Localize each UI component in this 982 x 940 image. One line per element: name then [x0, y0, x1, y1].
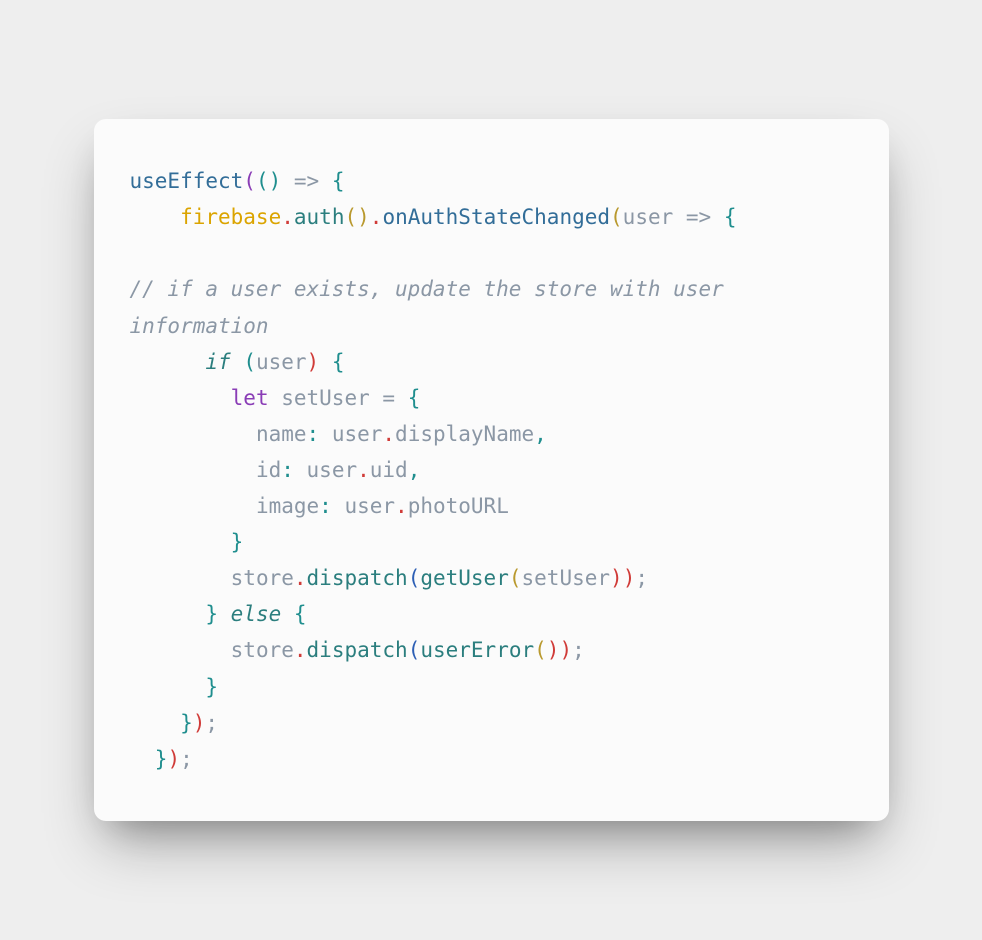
tok-sp — [231, 350, 244, 374]
tok-brace: { — [332, 169, 345, 193]
tok-user: user — [623, 205, 674, 229]
code-card: useEffect(() => { firebase.auth().onAuth… — [94, 119, 889, 821]
tok-indent — [130, 530, 231, 554]
tok-indent — [130, 675, 206, 699]
tok-uid: uid — [370, 458, 408, 482]
tok-indent — [130, 386, 231, 410]
tok-brace: } — [205, 675, 218, 699]
tok-colon: : — [307, 422, 320, 446]
tok-let: let — [231, 386, 269, 410]
tok-getUser: getUser — [420, 566, 509, 590]
tok-dispatch: dispatch — [307, 566, 408, 590]
tok-user: user — [256, 350, 307, 374]
tok-paren: ( — [243, 169, 256, 193]
tok-dot: . — [370, 205, 383, 229]
tok-else: else — [231, 602, 282, 626]
tok-dispatch: dispatch — [307, 638, 408, 662]
tok-setUser: setUser — [522, 566, 611, 590]
tok-arrow: => — [673, 205, 724, 229]
tok-dot: . — [294, 638, 307, 662]
tok-sp — [319, 350, 332, 374]
tok-paren: ) — [623, 566, 636, 590]
tok-sp — [395, 386, 408, 410]
tok-store: store — [130, 638, 294, 662]
tok-user: user — [319, 422, 382, 446]
tok-useEffect: useEffect — [130, 169, 244, 193]
tok-displayName: displayName — [395, 422, 534, 446]
tok-semi: ; — [635, 566, 648, 590]
tok-paren: ) — [559, 638, 572, 662]
tok-userError: userError — [420, 638, 534, 662]
tok-dot: . — [294, 566, 307, 590]
tok-photoURL: photoURL — [408, 494, 509, 518]
tok-paren: ) — [307, 350, 320, 374]
tok-setUser: setUser — [269, 386, 383, 410]
tok-if: if — [205, 350, 230, 374]
tok-brace: } — [231, 530, 244, 554]
tok-indent — [130, 711, 181, 735]
tok-arrow: => — [281, 169, 332, 193]
tok-sp — [281, 602, 294, 626]
tok-paren: ( — [408, 638, 421, 662]
tok-user: user — [332, 494, 395, 518]
tok-paren: ) — [193, 711, 206, 735]
tok-semi: ; — [180, 747, 193, 771]
tok-indent — [130, 747, 155, 771]
tok-indent — [130, 205, 181, 229]
tok-comma: , — [534, 422, 547, 446]
tok-semi: ; — [205, 711, 218, 735]
tok-eq: = — [382, 386, 395, 410]
tok-onAuth: onAuthStateChanged — [382, 205, 610, 229]
tok-paren: ( — [256, 169, 269, 193]
tok-dot: . — [281, 205, 294, 229]
tok-sp — [218, 602, 231, 626]
tok-semi: ; — [572, 638, 585, 662]
tok-brace: { — [408, 386, 421, 410]
tok-indent — [130, 602, 206, 626]
tok-brace: } — [155, 747, 168, 771]
tok-firebase: firebase — [180, 205, 281, 229]
tok-colon: : — [281, 458, 294, 482]
tok-paren: ) — [167, 747, 180, 771]
tok-paren: ( — [534, 638, 547, 662]
tok-auth: auth — [294, 205, 345, 229]
tok-paren: ) — [547, 638, 560, 662]
tok-user: user — [294, 458, 357, 482]
tok-paren: ( — [610, 205, 623, 229]
tok-store: store — [130, 566, 294, 590]
tok-paren: ( — [509, 566, 522, 590]
tok-dot: . — [357, 458, 370, 482]
tok-brace: } — [205, 602, 218, 626]
tok-name: name — [130, 422, 307, 446]
tok-brace: { — [294, 602, 307, 626]
code-block: useEffect(() => { firebase.auth().onAuth… — [130, 163, 853, 777]
tok-paren: ) — [269, 169, 282, 193]
tok-brace: { — [724, 205, 737, 229]
tok-paren: ) — [357, 205, 370, 229]
tok-paren: ( — [243, 350, 256, 374]
tok-brace: } — [180, 711, 193, 735]
tok-indent — [130, 350, 206, 374]
tok-dot: . — [395, 494, 408, 518]
tok-brace: { — [332, 350, 345, 374]
tok-paren: ) — [610, 566, 623, 590]
tok-comment: // if a user exists, update the store wi… — [130, 277, 737, 337]
tok-paren: ( — [408, 566, 421, 590]
tok-image: image — [130, 494, 320, 518]
tok-dot: . — [382, 422, 395, 446]
tok-comma: , — [408, 458, 421, 482]
tok-paren: ( — [344, 205, 357, 229]
tok-colon: : — [319, 494, 332, 518]
tok-id: id — [130, 458, 282, 482]
